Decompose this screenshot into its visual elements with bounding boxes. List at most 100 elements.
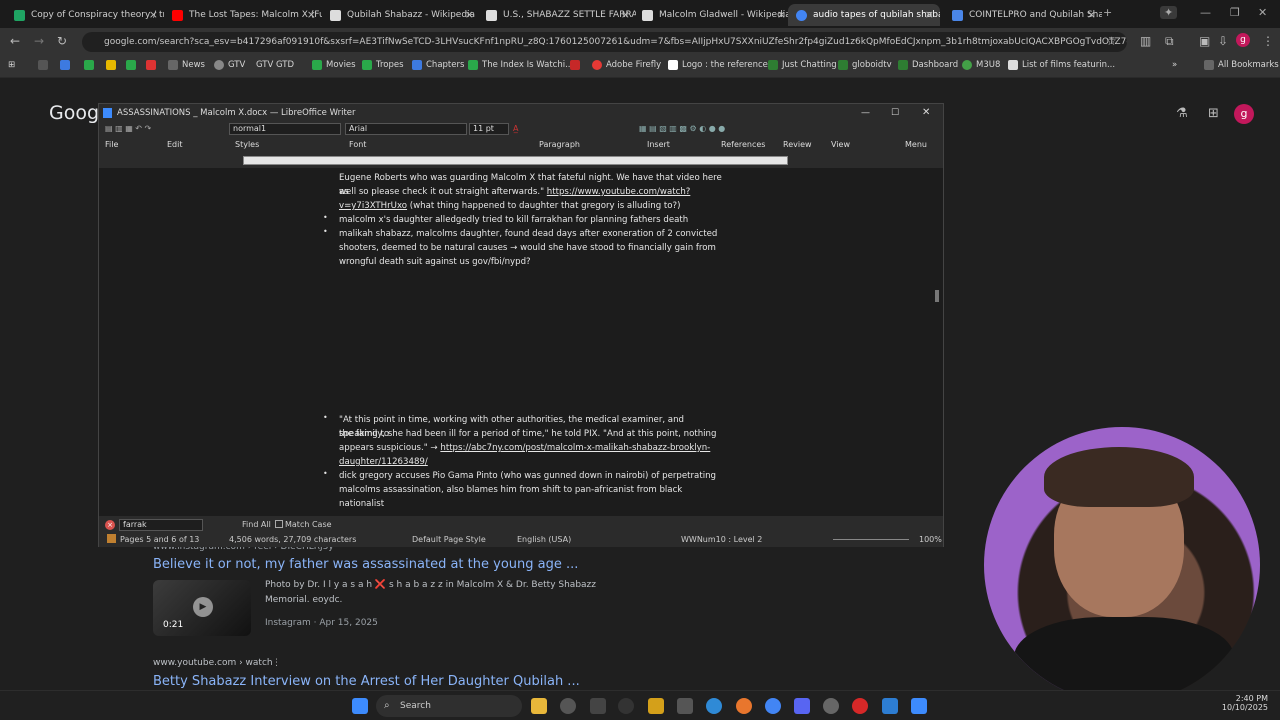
apps-grid-icon[interactable]: ⊞ <box>1208 106 1219 121</box>
app-icon[interactable] <box>560 698 576 714</box>
ruler[interactable] <box>243 156 788 165</box>
open-icon[interactable]: ▤ ▥ ▦ ↶ ↷ <box>105 124 151 133</box>
maximize-icon[interactable]: ☐ <box>891 104 899 122</box>
doc-hyperlink[interactable]: daughter/11263489/ <box>339 457 428 467</box>
browser-tab[interactable]: U.S., SHABAZZ SETTLE FARRAK × <box>478 4 636 26</box>
font-size-box[interactable]: 11 pt <box>469 123 509 135</box>
page-count[interactable]: Pages 5 and 6 of 13 <box>120 535 199 544</box>
bookmark-icon[interactable] <box>106 60 120 70</box>
edge-icon[interactable] <box>706 698 722 714</box>
close-icon[interactable]: ✕ <box>922 104 930 122</box>
video-thumbnail[interactable]: ▶ 0:21 <box>153 580 251 636</box>
bookmark-tropes[interactable]: Tropes <box>362 60 404 70</box>
chevron-right-icon[interactable]: » <box>1172 60 1177 70</box>
font-name-box[interactable]: Arial <box>345 123 467 135</box>
zoom-slider[interactable] <box>833 539 909 540</box>
word-count[interactable]: 4,506 words, 27,709 characters <box>229 535 356 544</box>
tab-search-icon[interactable]: ✦ <box>1160 6 1178 19</box>
puzzle-icon[interactable]: ⧉ <box>1165 34 1174 49</box>
vlc-icon[interactable] <box>648 698 664 714</box>
doc-hyperlink[interactable]: v=y7i3XTHrUxo <box>339 201 407 211</box>
menu-file[interactable]: File <box>105 140 118 149</box>
close-window-icon[interactable]: ✕ <box>1258 6 1267 19</box>
page-style[interactable]: Default Page Style <box>412 535 486 544</box>
bookmark-news[interactable]: News <box>168 60 205 70</box>
bookmark-icon[interactable] <box>84 60 98 70</box>
apps-icon[interactable]: ⊞ <box>8 60 15 70</box>
close-icon[interactable]: × <box>307 8 316 21</box>
app-icon[interactable] <box>677 698 693 714</box>
language[interactable]: English (USA) <box>517 535 571 544</box>
browser-tab[interactable]: Copy of Conspiracy theory / tr × <box>6 4 164 26</box>
writer-icon[interactable] <box>911 698 927 714</box>
bookmark-list-films[interactable]: List of films featurin... <box>1008 60 1115 70</box>
menu-view[interactable]: View <box>831 140 850 149</box>
google-logo[interactable]: Goog <box>49 102 99 124</box>
table-icon[interactable]: ▦ ▤ ▧ ▥ ▩ ⚙ ◐ ● ● <box>639 124 725 133</box>
find-all-button[interactable]: Find All <box>242 520 271 529</box>
bookmark-star-icon[interactable]: ☆ <box>1106 34 1117 48</box>
bookmark-gtv[interactable]: GTV <box>214 60 245 70</box>
doc-hyperlink[interactable]: https://abc7ny.com/post/malcolm-x-malika… <box>440 443 710 453</box>
bookmark-index[interactable]: The Index Is Watchi... <box>468 60 573 70</box>
browser-tab-active[interactable]: audio tapes of qubilah shabaz × <box>788 4 940 26</box>
address-bar[interactable]: google.com/search?sca_esv=b417296af09191… <box>82 32 1127 52</box>
bookmark-icon[interactable] <box>146 60 160 70</box>
app-icon[interactable] <box>618 698 634 714</box>
back-icon[interactable]: ← <box>10 34 20 48</box>
browser-tab[interactable]: The Lost Tapes: Malcolm X (Ful × <box>164 4 322 26</box>
maximize-icon[interactable]: ❐ <box>1230 6 1240 19</box>
bookmark-chapters[interactable]: Chapters <box>412 60 464 70</box>
menu-references[interactable]: References <box>721 140 765 149</box>
app-icon[interactable] <box>590 698 606 714</box>
paragraph-style-box[interactable]: normal1 <box>229 123 341 135</box>
result-title[interactable]: Betty Shabazz Interview on the Arrest of… <box>153 674 580 689</box>
download-icon[interactable]: ⇩ <box>1218 34 1228 48</box>
bookmark-gtv-gtd[interactable]: GTV GTD <box>256 60 294 70</box>
minimize-icon[interactable]: — <box>1200 6 1211 19</box>
close-icon[interactable]: × <box>149 8 158 21</box>
labs-icon[interactable]: ⚗ <box>1176 106 1188 121</box>
chrome-icon[interactable] <box>765 698 781 714</box>
menu-menu[interactable]: Menu <box>905 140 927 149</box>
close-icon[interactable]: × <box>925 8 934 21</box>
bookmark-globoidtv[interactable]: globoidtv <box>838 60 892 70</box>
zoom-level[interactable]: 100% <box>919 535 942 544</box>
close-icon[interactable]: × <box>777 8 786 21</box>
bookmark-icon[interactable] <box>126 60 140 70</box>
youtube-icon[interactable] <box>852 698 868 714</box>
bookmark-movies[interactable]: Movies <box>312 60 356 70</box>
bookmark-logo-reference[interactable]: Logo : the reference... <box>668 60 776 70</box>
taskbar-search[interactable]: Search <box>376 695 522 717</box>
more-options-icon[interactable]: ⋮ <box>272 658 281 668</box>
list-style[interactable]: WWNum10 : Level 2 <box>681 535 762 544</box>
firefox-icon[interactable] <box>736 698 752 714</box>
account-avatar[interactable]: g <box>1234 104 1254 124</box>
bookmark-m3u8[interactable]: M3U8 <box>962 60 1000 70</box>
document-page[interactable]: Eugene Roberts who was guarding Malcolm … <box>303 168 723 516</box>
extension-icon[interactable]: ▥ <box>1140 34 1151 48</box>
bookmark-untitled[interactable] <box>570 60 584 70</box>
menu-font[interactable]: Font <box>349 140 366 149</box>
new-tab-icon[interactable]: + <box>1103 6 1112 19</box>
menu-styles[interactable]: Styles <box>235 140 259 149</box>
bookmark-just-chatting[interactable]: Just Chatting <box>768 60 837 70</box>
start-icon[interactable] <box>352 698 368 714</box>
menu-edit[interactable]: Edit <box>167 140 183 149</box>
all-bookmarks[interactable]: All Bookmarks <box>1204 60 1279 70</box>
find-input[interactable]: farrak <box>119 519 203 531</box>
menu-insert[interactable]: Insert <box>647 140 670 149</box>
vscode-icon[interactable] <box>882 698 898 714</box>
menu-paragraph[interactable]: Paragraph <box>539 140 580 149</box>
menu-review[interactable]: Review <box>783 140 812 149</box>
close-find-icon[interactable]: × <box>105 520 115 530</box>
bookmark-adobe-firefly[interactable]: Adobe Firefly <box>592 60 661 70</box>
discord-icon[interactable] <box>794 698 810 714</box>
result-title[interactable]: Believe it or not, my father was assassi… <box>153 557 578 572</box>
close-icon[interactable]: × <box>621 8 630 21</box>
file-explorer-icon[interactable] <box>531 698 547 714</box>
clock[interactable]: 2:40 PM 10/10/2025 <box>1200 694 1268 712</box>
minimize-icon[interactable]: — <box>861 104 870 122</box>
close-icon[interactable]: × <box>465 8 474 21</box>
browser-tab[interactable]: Malcolm Gladwell - Wikipedia × <box>634 4 792 26</box>
